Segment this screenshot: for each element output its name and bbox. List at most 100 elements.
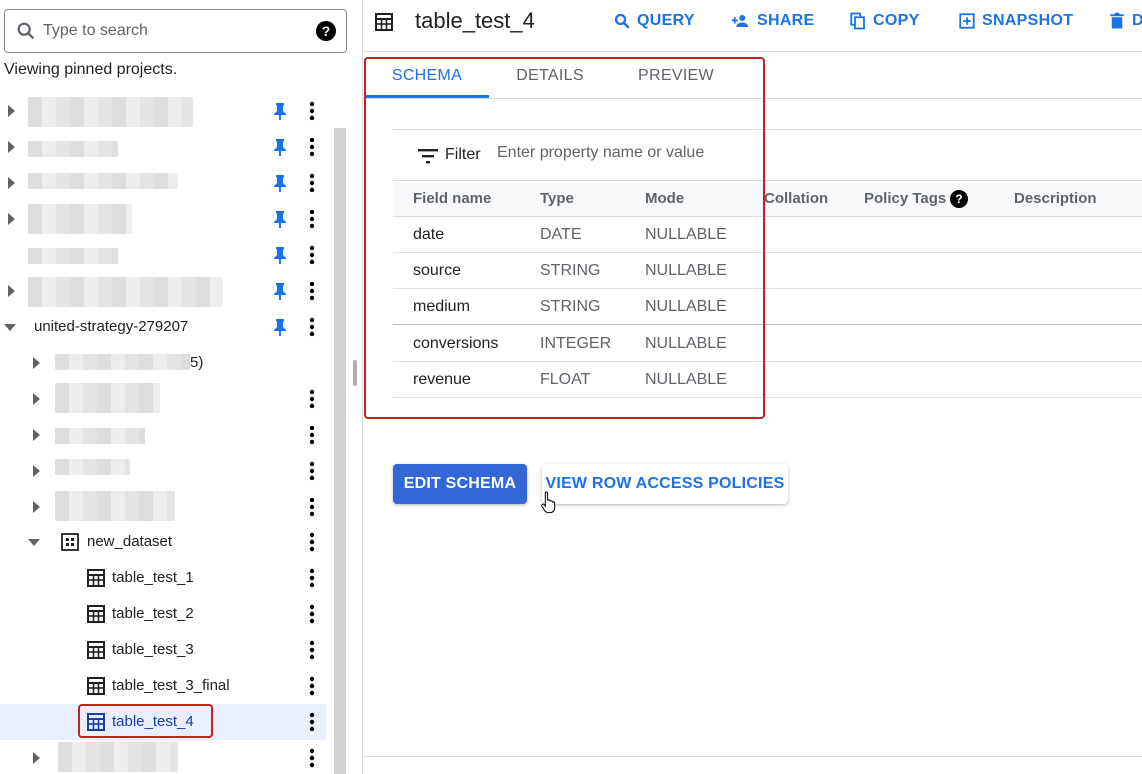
copy-label: COPY [873,12,920,29]
edit-schema-button[interactable]: EDIT SCHEMA [393,464,527,504]
pin-icon[interactable] [273,282,287,300]
caret-down-icon[interactable] [4,324,16,331]
search-input[interactable] [43,22,316,40]
table-name: table_test_3 [112,641,194,658]
caret-right-icon[interactable] [33,752,40,764]
pin-icon[interactable] [273,246,287,264]
tree-row-project-5[interactable] [0,237,326,273]
tree-row-project-2[interactable] [0,129,326,165]
tree-row-dataset-6[interactable] [0,740,326,774]
more-vert-icon[interactable] [306,101,318,121]
tree-row-table-test-3-final[interactable]: table_test_3_final [0,668,326,704]
pin-icon[interactable] [273,210,287,228]
tree-row-new-dataset[interactable]: new_dataset [0,524,326,560]
caret-right-icon[interactable] [33,429,40,441]
project-name: united-strategy-279207 [34,318,189,335]
tree-row-dataset-2[interactable] [0,381,326,417]
pin-icon[interactable] [273,318,287,336]
more-vert-icon[interactable] [306,532,318,552]
redacted-name [58,742,178,772]
caret-right-icon[interactable] [8,285,15,297]
more-vert-icon[interactable] [306,137,318,157]
caret-right-icon[interactable] [33,465,40,477]
tree-row-table-test-1[interactable]: table_test_1 [0,560,326,596]
column-header: Policy Tags [864,190,947,207]
explorer-panel: ? Viewing pinned projects. [0,0,347,774]
tree-row-table-test-2[interactable]: table_test_2 [0,596,326,632]
highlight-selected-table [78,704,213,738]
caret-right-icon[interactable] [8,213,15,225]
column-header: Description [1014,190,1097,207]
pin-icon[interactable] [273,174,287,192]
tree-row-project-6[interactable] [0,273,326,309]
share-button[interactable]: SHARE [729,12,815,30]
more-vert-icon[interactable] [306,209,318,229]
tree-row-project-1[interactable] [0,93,326,129]
snapshot-icon [959,13,975,29]
share-label: SHARE [757,12,815,29]
tree-row-dataset-4[interactable] [0,453,326,489]
query-button[interactable]: QUERY [613,12,695,30]
redacted-name [28,173,178,189]
table-icon [87,641,105,659]
caret-right-icon[interactable] [8,177,15,189]
column-header: Collation [764,190,829,207]
redacted-name [55,354,190,370]
more-vert-icon[interactable] [306,281,318,301]
caret-right-icon[interactable] [33,501,40,513]
caret-down-icon[interactable] [28,539,40,546]
tree-row-dataset-5[interactable] [0,489,326,525]
caret-right-icon[interactable] [33,393,40,405]
toolbar: table_test_4 QUERY SHARE COPY SNAPSHOT D [363,0,1142,52]
caret-right-icon[interactable] [33,357,40,369]
copy-icon [850,12,865,30]
more-vert-icon[interactable] [306,389,318,409]
copy-button[interactable]: COPY [849,12,920,30]
more-vert-icon[interactable] [306,497,318,517]
help-icon[interactable]: ? [316,21,336,41]
tree-row-project-4[interactable] [0,201,326,237]
delete-button[interactable]: D [1108,12,1142,30]
help-icon[interactable]: ? [950,190,968,208]
tree-row-project-united-strategy[interactable]: united-strategy-279207 [0,309,326,345]
table-icon [87,569,105,587]
tree-row-dataset-1[interactable]: 5) [0,345,326,381]
more-vert-icon[interactable] [306,604,318,624]
trash-icon [1110,12,1124,29]
scrollbar-thumb[interactable] [334,128,346,774]
caret-right-icon[interactable] [8,105,15,117]
pinned-note: Viewing pinned projects. [4,61,178,78]
tree-row-table-test-3[interactable]: table_test_3 [0,632,326,668]
more-vert-icon[interactable] [306,712,318,732]
more-vert-icon[interactable] [306,640,318,660]
explorer-search: ? [4,9,347,53]
more-vert-icon[interactable] [306,568,318,588]
panel-resize-handle[interactable] [353,360,357,386]
person-add-icon [731,15,749,27]
more-vert-icon[interactable] [306,425,318,445]
search-icon [614,13,630,29]
more-vert-icon[interactable] [306,461,318,481]
page-title: table_test_4 [415,8,535,33]
pin-icon[interactable] [273,102,287,120]
dataset-icon [61,533,79,551]
view-row-access-policies-button[interactable]: VIEW ROW ACCESS POLICIES [542,464,788,504]
more-vert-icon[interactable] [306,173,318,193]
redacted-name [55,428,145,444]
tree-row-dataset-3[interactable] [0,417,326,453]
pin-icon[interactable] [273,138,287,156]
table-icon [87,605,105,623]
table-name: table_test_1 [112,569,194,586]
table-icon [375,13,393,31]
redacted-name [55,383,160,413]
query-label: QUERY [637,12,695,29]
more-vert-icon[interactable] [306,748,318,768]
table-detail-panel: table_test_4 QUERY SHARE COPY SNAPSHOT D [363,0,1142,774]
more-vert-icon[interactable] [306,676,318,696]
tree-row-project-3[interactable] [0,165,326,201]
more-vert-icon[interactable] [306,317,318,337]
caret-right-icon[interactable] [8,141,15,153]
more-vert-icon[interactable] [306,245,318,265]
snapshot-button[interactable]: SNAPSHOT [958,12,1073,30]
search-icon [17,22,35,40]
